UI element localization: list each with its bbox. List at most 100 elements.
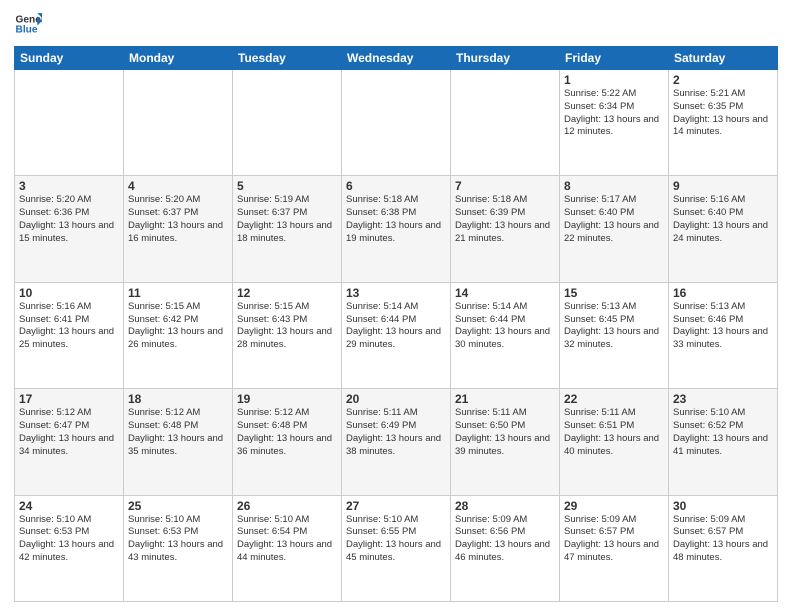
day-cell: 8Sunrise: 5:17 AM Sunset: 6:40 PM Daylig… [560,176,669,282]
day-number: 13 [346,286,446,300]
week-row-1: 1Sunrise: 5:22 AM Sunset: 6:34 PM Daylig… [15,70,778,176]
calendar-page: General Blue SundayMondayTuesdayWednesda… [0,0,792,612]
day-number: 10 [19,286,119,300]
day-cell: 7Sunrise: 5:18 AM Sunset: 6:39 PM Daylig… [451,176,560,282]
day-info: Sunrise: 5:16 AM Sunset: 6:41 PM Dayligh… [19,301,119,352]
day-number: 19 [237,392,337,406]
day-number: 29 [564,499,664,513]
day-cell: 28Sunrise: 5:09 AM Sunset: 6:56 PM Dayli… [451,495,560,601]
day-info: Sunrise: 5:18 AM Sunset: 6:38 PM Dayligh… [346,194,446,245]
day-info: Sunrise: 5:18 AM Sunset: 6:39 PM Dayligh… [455,194,555,245]
day-cell: 10Sunrise: 5:16 AM Sunset: 6:41 PM Dayli… [15,282,124,388]
day-cell: 24Sunrise: 5:10 AM Sunset: 6:53 PM Dayli… [15,495,124,601]
day-info: Sunrise: 5:19 AM Sunset: 6:37 PM Dayligh… [237,194,337,245]
day-cell [451,70,560,176]
day-cell: 1Sunrise: 5:22 AM Sunset: 6:34 PM Daylig… [560,70,669,176]
day-info: Sunrise: 5:10 AM Sunset: 6:53 PM Dayligh… [19,514,119,565]
svg-text:Blue: Blue [16,25,38,36]
day-cell: 15Sunrise: 5:13 AM Sunset: 6:45 PM Dayli… [560,282,669,388]
day-cell: 29Sunrise: 5:09 AM Sunset: 6:57 PM Dayli… [560,495,669,601]
day-cell: 19Sunrise: 5:12 AM Sunset: 6:48 PM Dayli… [233,389,342,495]
day-cell: 2Sunrise: 5:21 AM Sunset: 6:35 PM Daylig… [669,70,778,176]
week-row-3: 10Sunrise: 5:16 AM Sunset: 6:41 PM Dayli… [15,282,778,388]
day-number: 14 [455,286,555,300]
week-row-5: 24Sunrise: 5:10 AM Sunset: 6:53 PM Dayli… [15,495,778,601]
day-cell: 21Sunrise: 5:11 AM Sunset: 6:50 PM Dayli… [451,389,560,495]
day-number: 30 [673,499,773,513]
day-cell: 22Sunrise: 5:11 AM Sunset: 6:51 PM Dayli… [560,389,669,495]
day-number: 23 [673,392,773,406]
day-number: 16 [673,286,773,300]
day-number: 21 [455,392,555,406]
col-header-monday: Monday [124,47,233,70]
day-info: Sunrise: 5:11 AM Sunset: 6:49 PM Dayligh… [346,407,446,458]
week-row-4: 17Sunrise: 5:12 AM Sunset: 6:47 PM Dayli… [15,389,778,495]
day-info: Sunrise: 5:20 AM Sunset: 6:37 PM Dayligh… [128,194,228,245]
col-header-friday: Friday [560,47,669,70]
day-info: Sunrise: 5:10 AM Sunset: 6:54 PM Dayligh… [237,514,337,565]
day-number: 8 [564,179,664,193]
day-info: Sunrise: 5:15 AM Sunset: 6:43 PM Dayligh… [237,301,337,352]
day-cell: 9Sunrise: 5:16 AM Sunset: 6:40 PM Daylig… [669,176,778,282]
day-cell [342,70,451,176]
day-cell [233,70,342,176]
day-info: Sunrise: 5:12 AM Sunset: 6:47 PM Dayligh… [19,407,119,458]
header-row: SundayMondayTuesdayWednesdayThursdayFrid… [15,47,778,70]
day-cell: 5Sunrise: 5:19 AM Sunset: 6:37 PM Daylig… [233,176,342,282]
day-cell [124,70,233,176]
day-info: Sunrise: 5:17 AM Sunset: 6:40 PM Dayligh… [564,194,664,245]
day-cell: 23Sunrise: 5:10 AM Sunset: 6:52 PM Dayli… [669,389,778,495]
day-cell: 16Sunrise: 5:13 AM Sunset: 6:46 PM Dayli… [669,282,778,388]
day-number: 4 [128,179,228,193]
day-number: 2 [673,73,773,87]
week-row-2: 3Sunrise: 5:20 AM Sunset: 6:36 PM Daylig… [15,176,778,282]
day-info: Sunrise: 5:21 AM Sunset: 6:35 PM Dayligh… [673,88,773,139]
day-cell: 25Sunrise: 5:10 AM Sunset: 6:53 PM Dayli… [124,495,233,601]
day-info: Sunrise: 5:13 AM Sunset: 6:46 PM Dayligh… [673,301,773,352]
day-number: 24 [19,499,119,513]
day-number: 1 [564,73,664,87]
day-info: Sunrise: 5:11 AM Sunset: 6:51 PM Dayligh… [564,407,664,458]
col-header-sunday: Sunday [15,47,124,70]
col-header-wednesday: Wednesday [342,47,451,70]
day-info: Sunrise: 5:20 AM Sunset: 6:36 PM Dayligh… [19,194,119,245]
day-cell: 3Sunrise: 5:20 AM Sunset: 6:36 PM Daylig… [15,176,124,282]
day-info: Sunrise: 5:12 AM Sunset: 6:48 PM Dayligh… [128,407,228,458]
day-cell: 30Sunrise: 5:09 AM Sunset: 6:57 PM Dayli… [669,495,778,601]
calendar-table: SundayMondayTuesdayWednesdayThursdayFrid… [14,46,778,602]
day-info: Sunrise: 5:09 AM Sunset: 6:56 PM Dayligh… [455,514,555,565]
col-header-thursday: Thursday [451,47,560,70]
day-info: Sunrise: 5:14 AM Sunset: 6:44 PM Dayligh… [455,301,555,352]
day-info: Sunrise: 5:13 AM Sunset: 6:45 PM Dayligh… [564,301,664,352]
day-cell: 6Sunrise: 5:18 AM Sunset: 6:38 PM Daylig… [342,176,451,282]
day-number: 3 [19,179,119,193]
day-cell: 13Sunrise: 5:14 AM Sunset: 6:44 PM Dayli… [342,282,451,388]
col-header-saturday: Saturday [669,47,778,70]
day-number: 7 [455,179,555,193]
day-number: 9 [673,179,773,193]
day-number: 26 [237,499,337,513]
day-info: Sunrise: 5:09 AM Sunset: 6:57 PM Dayligh… [673,514,773,565]
day-cell: 11Sunrise: 5:15 AM Sunset: 6:42 PM Dayli… [124,282,233,388]
col-header-tuesday: Tuesday [233,47,342,70]
logo: General Blue [14,10,42,38]
day-info: Sunrise: 5:10 AM Sunset: 6:55 PM Dayligh… [346,514,446,565]
day-number: 15 [564,286,664,300]
day-cell: 26Sunrise: 5:10 AM Sunset: 6:54 PM Dayli… [233,495,342,601]
day-number: 17 [19,392,119,406]
logo-icon: General Blue [14,10,42,38]
day-number: 11 [128,286,228,300]
day-cell: 14Sunrise: 5:14 AM Sunset: 6:44 PM Dayli… [451,282,560,388]
day-cell: 17Sunrise: 5:12 AM Sunset: 6:47 PM Dayli… [15,389,124,495]
day-cell: 12Sunrise: 5:15 AM Sunset: 6:43 PM Dayli… [233,282,342,388]
day-info: Sunrise: 5:10 AM Sunset: 6:53 PM Dayligh… [128,514,228,565]
day-cell: 20Sunrise: 5:11 AM Sunset: 6:49 PM Dayli… [342,389,451,495]
day-info: Sunrise: 5:10 AM Sunset: 6:52 PM Dayligh… [673,407,773,458]
day-info: Sunrise: 5:14 AM Sunset: 6:44 PM Dayligh… [346,301,446,352]
day-cell: 18Sunrise: 5:12 AM Sunset: 6:48 PM Dayli… [124,389,233,495]
day-info: Sunrise: 5:15 AM Sunset: 6:42 PM Dayligh… [128,301,228,352]
day-number: 18 [128,392,228,406]
day-info: Sunrise: 5:16 AM Sunset: 6:40 PM Dayligh… [673,194,773,245]
day-number: 6 [346,179,446,193]
day-number: 27 [346,499,446,513]
